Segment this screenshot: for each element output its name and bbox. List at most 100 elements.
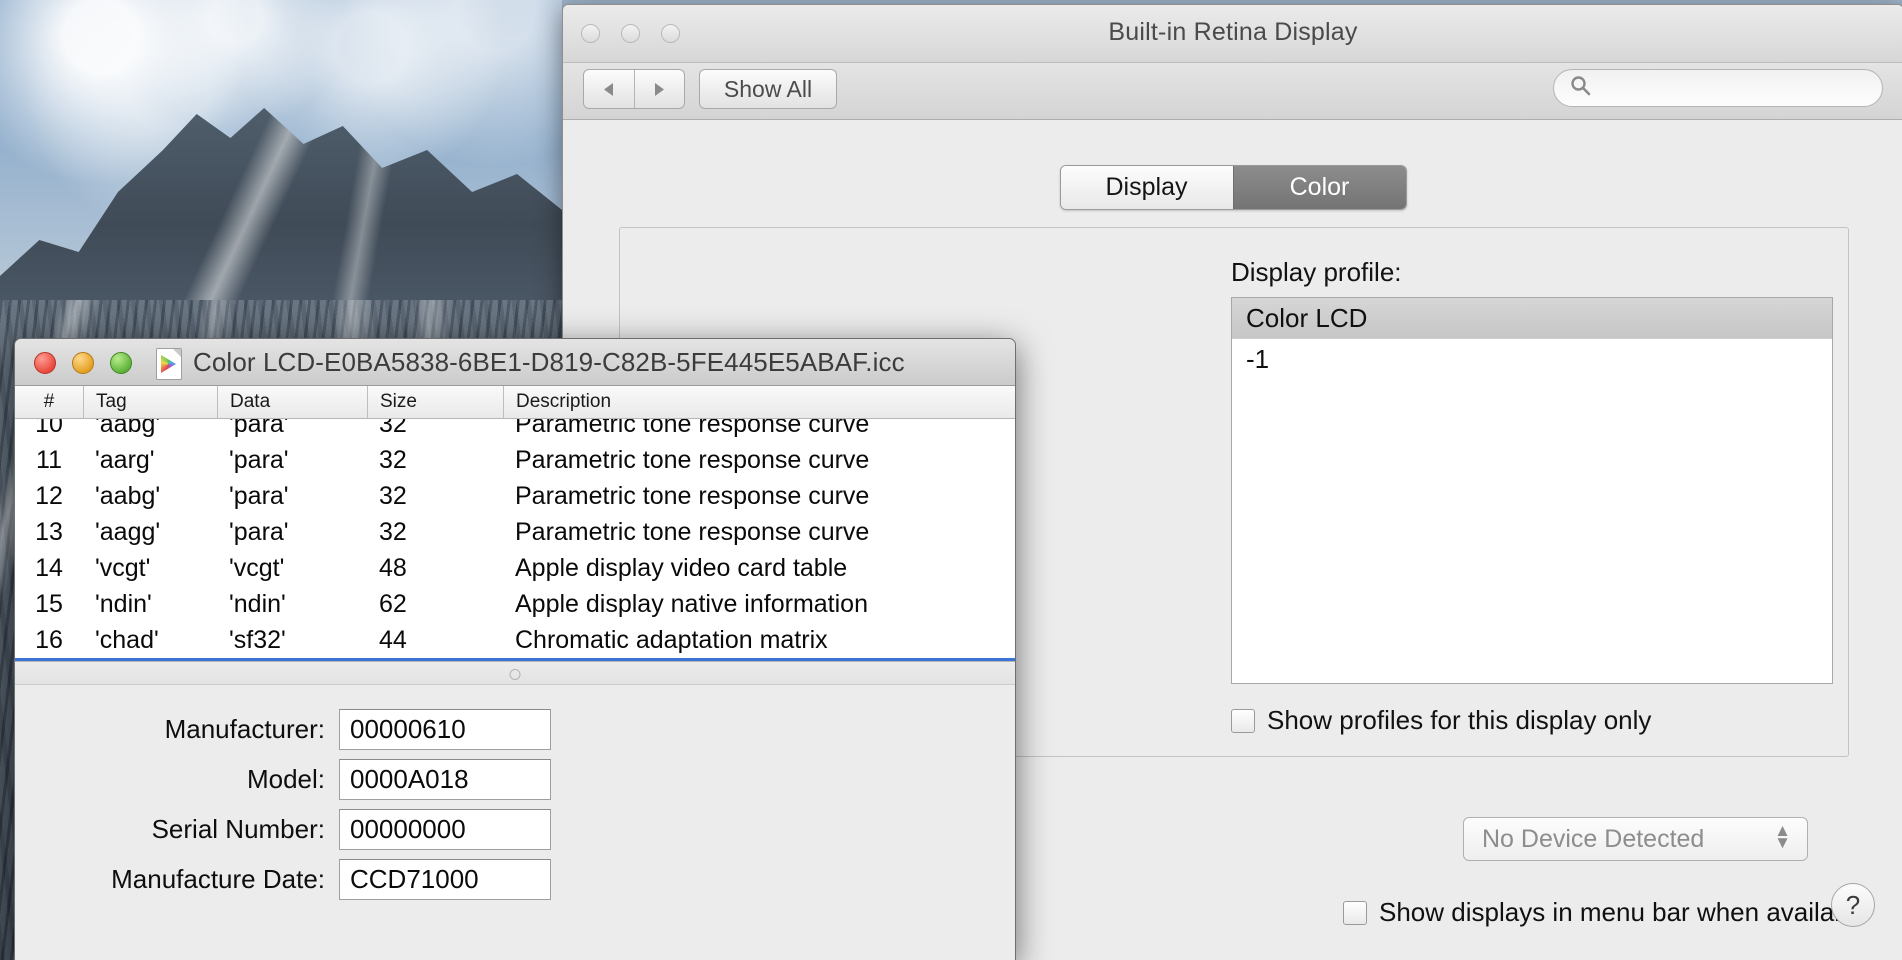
column-header-size[interactable]: Size — [367, 386, 503, 418]
cell-data: 'para' — [229, 481, 289, 510]
list-item[interactable]: Color LCD — [1232, 298, 1832, 338]
icc-window-title: Color LCD-E0BA5838-6BE1-D819-C82B-5FE445… — [193, 347, 905, 377]
checkbox[interactable] — [1231, 708, 1255, 733]
colorsync-profile-icon — [156, 348, 182, 380]
split-view-divider[interactable] — [15, 662, 1015, 685]
device-popup-button[interactable]: No Device Detected ▲ ▼ — [1463, 817, 1808, 861]
cell-number: 14 — [35, 553, 63, 582]
form-row: Manufacturer: 00000610 — [15, 709, 1015, 750]
window-title: Built-in Retina Display — [1108, 18, 1358, 46]
column-header-tag[interactable]: Tag — [83, 386, 217, 418]
cell-number: 12 — [35, 481, 63, 510]
column-header-number[interactable]: # — [15, 386, 83, 418]
cell-data: 'sf32' — [229, 625, 286, 654]
minimize-icon[interactable] — [72, 352, 94, 374]
cell-tag: 'aagg' — [95, 517, 161, 546]
model-label: Model: — [246, 764, 325, 794]
icc-tag-table[interactable]: 10 'aabg' 'para' 32 Parametric tone resp… — [15, 419, 1015, 662]
table-row[interactable]: 16 'chad' 'sf32' 44 Chromatic adaptation… — [15, 622, 1015, 658]
table-row[interactable]: 11 'aarg' 'para' 32 Parametric tone resp… — [15, 442, 1015, 478]
cell-data: 'para' — [229, 517, 289, 546]
sysprefs-titlebar: Built-in Retina Display — [563, 5, 1902, 63]
cell-data: 'para' — [229, 419, 289, 438]
tab-display[interactable]: Display — [1060, 166, 1233, 209]
cell-size: 32 — [379, 445, 407, 474]
manufacture-date-label: Manufacture Date: — [111, 864, 325, 894]
tag-detail-form: Manufacturer: 00000610 Model: 0000A018 S… — [15, 685, 1015, 960]
cell-tag: 'aabg' — [95, 481, 161, 510]
cell-tag: 'vcgt' — [95, 553, 151, 582]
triangle-right-icon[interactable] — [635, 70, 685, 108]
cell-size: 32 — [379, 517, 407, 546]
cell-tag: 'aarg' — [95, 445, 155, 474]
checkbox[interactable] — [1343, 900, 1367, 925]
model-field[interactable]: 0000A018 — [339, 759, 551, 800]
cell-number: 10 — [35, 419, 63, 438]
cell-size: 48 — [379, 553, 407, 582]
doc-fold — [173, 349, 181, 357]
table-row[interactable]: 10 'aabg' 'para' 32 Parametric tone resp… — [15, 419, 1015, 442]
form-row: Model: 0000A018 — [15, 759, 1015, 800]
navigation-segmented-control[interactable] — [583, 69, 685, 109]
cell-size: 32 — [379, 481, 407, 510]
form-row: Manufacture Date: CCD71000 — [15, 859, 1015, 900]
screen: Built-in Retina Display Show All Display… — [0, 0, 1902, 960]
search-icon — [1570, 75, 1591, 101]
tab-bar: Display Color — [563, 165, 1902, 210]
sysprefs-toolbar: Show All — [563, 63, 1902, 120]
tab-color[interactable]: Color — [1232, 166, 1406, 209]
device-popup-value: No Device Detected — [1482, 824, 1705, 853]
cell-description: Apple display native information — [515, 589, 868, 618]
serial-number-label: Serial Number: — [151, 814, 325, 844]
cell-description: Apple display video card table — [515, 553, 848, 582]
cell-tag: 'chad' — [95, 625, 159, 654]
zoom-icon[interactable] — [110, 352, 132, 374]
cell-size: 44 — [379, 625, 407, 654]
cell-description: Parametric tone response curve — [515, 481, 870, 510]
serial-number-field[interactable]: 00000000 — [339, 809, 551, 850]
list-item[interactable]: -1 — [1232, 339, 1832, 379]
color-wedge-glyph — [161, 355, 176, 373]
manufacture-date-field[interactable]: CCD71000 — [339, 859, 551, 900]
cell-number: 16 — [35, 625, 63, 654]
display-profile-label: Display profile: — [1231, 257, 1402, 287]
cell-number: 13 — [35, 517, 63, 546]
cell-description: Parametric tone response curve — [515, 517, 870, 546]
show-all-button[interactable]: Show All — [699, 69, 837, 109]
show-profiles-only-label: Show profiles for this display only — [1267, 705, 1652, 735]
icc-titlebar: Color LCD-E0BA5838-6BE1-D819-C82B-5FE445… — [15, 339, 1015, 386]
cell-description: Parametric tone response curve — [515, 419, 870, 438]
manufacturer-field[interactable]: 00000610 — [339, 709, 551, 750]
triangle-left-icon[interactable] — [584, 70, 635, 108]
table-row[interactable]: 12 'aabg' 'para' 32 Parametric tone resp… — [15, 478, 1015, 514]
cell-number: 11 — [36, 445, 62, 474]
table-body: 10 'aabg' 'para' 32 Parametric tone resp… — [15, 419, 1015, 661]
cell-size: 32 — [379, 419, 407, 438]
cell-description: Parametric tone response curve — [515, 445, 870, 474]
colorsync-profile-window[interactable]: Color LCD-E0BA5838-6BE1-D819-C82B-5FE445… — [14, 338, 1016, 960]
form-row: Serial Number: 00000000 — [15, 809, 1015, 850]
cell-tag: 'ndin' — [95, 589, 152, 618]
table-row[interactable]: 13 'aagg' 'para' 32 Parametric tone resp… — [15, 514, 1015, 550]
help-button[interactable]: ? — [1831, 883, 1875, 927]
cell-data: 'vcgt' — [229, 553, 285, 582]
close-icon[interactable] — [34, 352, 56, 374]
cell-tag: 'aabg' — [95, 419, 161, 438]
cell-data: 'ndin' — [229, 589, 286, 618]
cell-description: Chromatic adaptation matrix — [515, 625, 828, 654]
column-header-data[interactable]: Data — [217, 386, 367, 418]
tabs-group: Display Color — [1059, 165, 1407, 210]
search-field[interactable] — [1553, 69, 1883, 107]
show-profiles-only-row[interactable]: Show profiles for this display only — [1231, 705, 1651, 736]
table-header: # Tag Data Size Description — [15, 386, 1015, 419]
table-row[interactable]: 15 'ndin' 'ndin' 62 Apple display native… — [15, 586, 1015, 622]
search-input[interactable] — [1600, 75, 1864, 101]
display-profile-list[interactable]: Color LCD -1 — [1231, 297, 1833, 684]
resize-grip-icon[interactable] — [509, 669, 521, 680]
stepper-arrows-icon: ▲ ▼ — [1774, 821, 1791, 853]
show-displays-menubar-row[interactable]: Show displays in menu bar when available — [1343, 897, 1869, 928]
table-row[interactable]: 14 'vcgt' 'vcgt' 48 Apple display video … — [15, 550, 1015, 586]
manufacturer-label: Manufacturer: — [164, 714, 325, 744]
column-header-description[interactable]: Description — [503, 386, 1015, 418]
show-displays-menubar-label: Show displays in menu bar when available — [1379, 897, 1869, 927]
